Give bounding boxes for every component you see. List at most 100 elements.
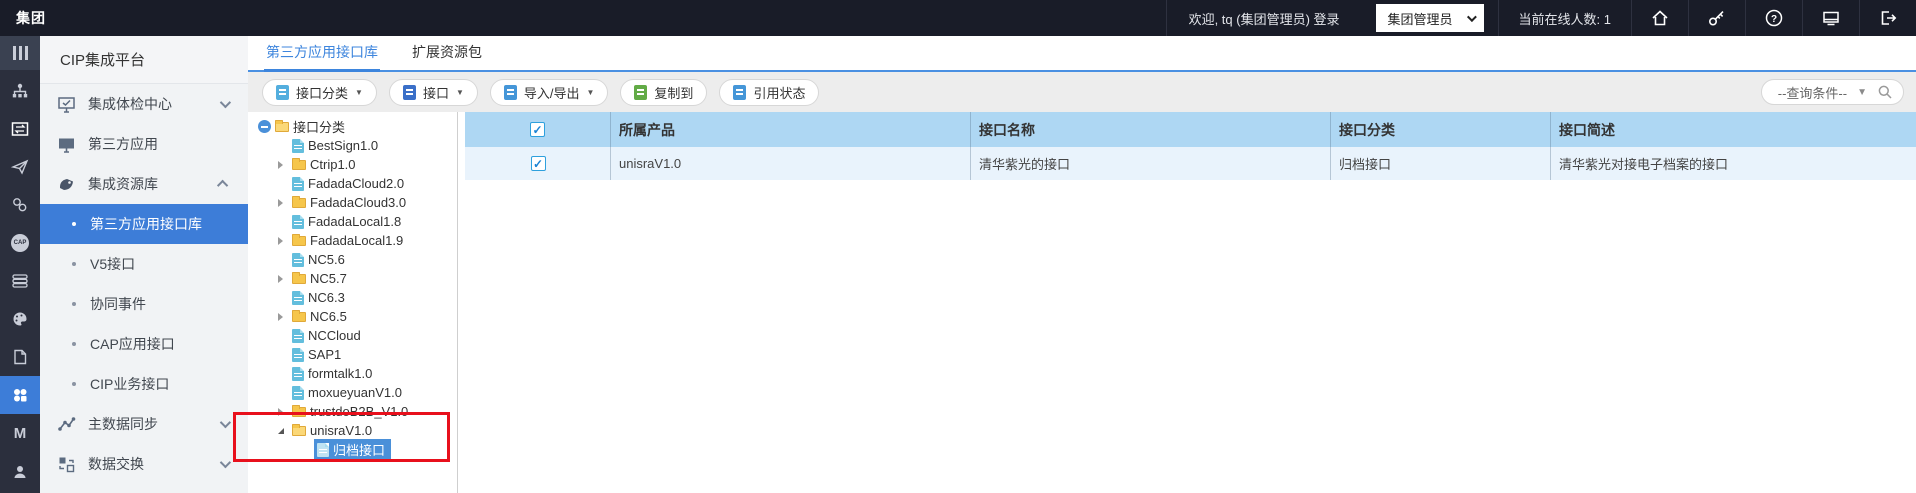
role-select[interactable]: 集团管理员: [1375, 4, 1484, 32]
tree-selection[interactable]: 归档接口: [314, 439, 392, 460]
tree-node-label: Ctrip1.0: [310, 157, 356, 172]
chevron-down-icon: [1466, 11, 1477, 22]
column-header-interface-description: 接口简述: [1550, 112, 1916, 147]
rail-org-button[interactable]: [0, 72, 40, 110]
copy-to-button[interactable]: 复制到: [620, 78, 708, 106]
sidebar: CIP集成平台 集成体检中心 第三方应用 集成资源库 第三方应用接口库 V5接口…: [40, 36, 248, 493]
rail-columns-button[interactable]: [0, 36, 40, 70]
tree-node-label: NC5.6: [308, 252, 345, 267]
tree-node[interactable]: NC6.3: [248, 288, 457, 307]
column-header-interface-name: 接口名称: [970, 112, 1330, 147]
rail-transfer-button[interactable]: [0, 110, 40, 148]
sidebar-item-label: 数据交换: [88, 456, 144, 472]
expand-icon[interactable]: [278, 160, 283, 169]
password-button[interactable]: [1688, 0, 1745, 36]
file-icon: [292, 347, 304, 362]
tree-node-label: formtalk1.0: [308, 366, 373, 381]
sidebar-item-third-party-app[interactable]: 第三方应用: [40, 124, 248, 164]
tree-node[interactable]: SAP1: [248, 345, 457, 364]
tree-node[interactable]: FadadaCloud3.0: [248, 193, 457, 212]
tab-bar: 第三方应用接口库 扩展资源包: [248, 36, 1916, 72]
rail-document-button[interactable]: [0, 338, 40, 376]
tab-interface-library[interactable]: 第三方应用接口库: [264, 34, 380, 72]
expand-icon[interactable]: [278, 312, 283, 321]
transfer-icon: [11, 122, 29, 136]
rail-layers-button[interactable]: [0, 262, 40, 300]
tree-node-archive-selected[interactable]: 归档接口: [248, 439, 457, 460]
monitor-icon: [56, 134, 76, 154]
select-all-checkbox[interactable]: ✓: [530, 122, 545, 137]
tree-node[interactable]: trustdoB2B_V1.0: [248, 402, 457, 421]
bullet-icon: [72, 342, 76, 346]
copy-icon: [634, 84, 648, 100]
collapse-icon[interactable]: [258, 120, 271, 133]
tree-node[interactable]: FadadaLocal1.9: [248, 231, 457, 250]
home-button[interactable]: [1631, 0, 1688, 36]
expand-icon[interactable]: [278, 407, 283, 416]
rail-link-button[interactable]: [0, 186, 40, 224]
sidebar-item-resource-library[interactable]: 集成资源库: [40, 164, 248, 204]
sidebar-item-data-exchange[interactable]: 数据交换: [40, 444, 248, 484]
logout-button[interactable]: [1859, 0, 1916, 36]
rail-cap-button[interactable]: CAP: [0, 224, 40, 262]
sidebar-item-master-data-sync[interactable]: 主数据同步: [40, 404, 248, 444]
org-chart-icon: [12, 83, 28, 98]
rail-apps-button[interactable]: [0, 376, 40, 414]
interface-button[interactable]: 接口 ▼: [388, 78, 478, 106]
query-condition-select[interactable]: --查询条件-- ▼: [1760, 79, 1904, 105]
tree-node-unisra[interactable]: unisraV1.0: [248, 421, 457, 440]
tree-node[interactable]: moxueyuanV1.0: [248, 383, 457, 402]
tree-node[interactable]: BestSign1.0: [248, 136, 457, 155]
sidebar-item-label: CAP应用接口: [90, 336, 175, 352]
table-row[interactable]: ✓ unisraV1.0 清华紫光的接口 归档接口 清华紫光对接电子档案的接口: [465, 147, 1916, 180]
interface-category-button[interactable]: 接口分类 ▼: [262, 78, 377, 106]
sidebar-item-cip-business-interface[interactable]: CIP业务接口: [40, 364, 248, 404]
sidebar-item-collab-events[interactable]: 协同事件: [40, 284, 248, 324]
reference-status-button[interactable]: 引用状态: [719, 78, 820, 106]
folder-open-icon: [275, 119, 289, 132]
caret-down-icon: ▼: [1857, 86, 1867, 98]
help-button[interactable]: ?: [1745, 0, 1802, 36]
top-bar-right: 欢迎, tq (集团管理员) 登录 集团管理员 当前在线人数: 1 ?: [1165, 0, 1916, 36]
import-export-button[interactable]: 导入/导出 ▼: [489, 78, 609, 106]
folder-icon: [292, 233, 306, 246]
tree-node[interactable]: NC5.6: [248, 250, 457, 269]
rail-user-button[interactable]: [0, 452, 40, 490]
tab-extension-package[interactable]: 扩展资源包: [410, 34, 484, 72]
rail-mdm-button[interactable]: M: [0, 414, 40, 452]
sidebar-item-label: 主数据同步: [88, 416, 158, 432]
tree-node[interactable]: formtalk1.0: [248, 364, 457, 383]
button-label: 导入/导出: [523, 85, 580, 101]
tree-node-label: SAP1: [308, 347, 342, 362]
tree-node[interactable]: Ctrip1.0: [248, 155, 457, 174]
file-icon: [292, 328, 304, 343]
collapse-icon[interactable]: [278, 427, 284, 434]
layers-icon: [12, 274, 28, 288]
sidebar-item-v5-interface[interactable]: V5接口: [40, 244, 248, 284]
tree-node[interactable]: NCCloud: [248, 326, 457, 345]
sidebar-item-interface-library[interactable]: 第三方应用接口库: [40, 204, 248, 244]
sidebar-item-cap-interface[interactable]: CAP应用接口: [40, 324, 248, 364]
document-icon: [14, 349, 27, 365]
expand-icon[interactable]: [278, 274, 283, 283]
rail-palette-button[interactable]: [0, 300, 40, 338]
sidebar-item-label: V5接口: [90, 256, 136, 272]
sidebar-item-health-center[interactable]: 集成体检中心: [40, 84, 248, 124]
tree-node[interactable]: NC6.5: [248, 307, 457, 326]
tree-root[interactable]: 接口分类: [248, 117, 457, 136]
tree-node-label: moxueyuanV1.0: [308, 385, 402, 400]
m-icon: M: [13, 424, 27, 442]
console-button[interactable]: [1802, 0, 1859, 36]
tree-node[interactable]: FadadaCloud2.0: [248, 174, 457, 193]
row-checkbox[interactable]: ✓: [530, 156, 546, 171]
palette-icon: [13, 312, 27, 326]
expand-icon[interactable]: [278, 198, 283, 207]
tree-node[interactable]: NC5.7: [248, 269, 457, 288]
sidebar-item-label: 协同事件: [90, 296, 146, 312]
reference-status-icon: [733, 84, 747, 100]
rail-send-button[interactable]: [0, 148, 40, 186]
expand-icon[interactable]: [278, 236, 283, 245]
tree-node-label: FadadaCloud2.0: [308, 176, 405, 191]
tree-node[interactable]: FadadaLocal1.8: [248, 212, 457, 231]
import-export-icon: [503, 84, 517, 100]
